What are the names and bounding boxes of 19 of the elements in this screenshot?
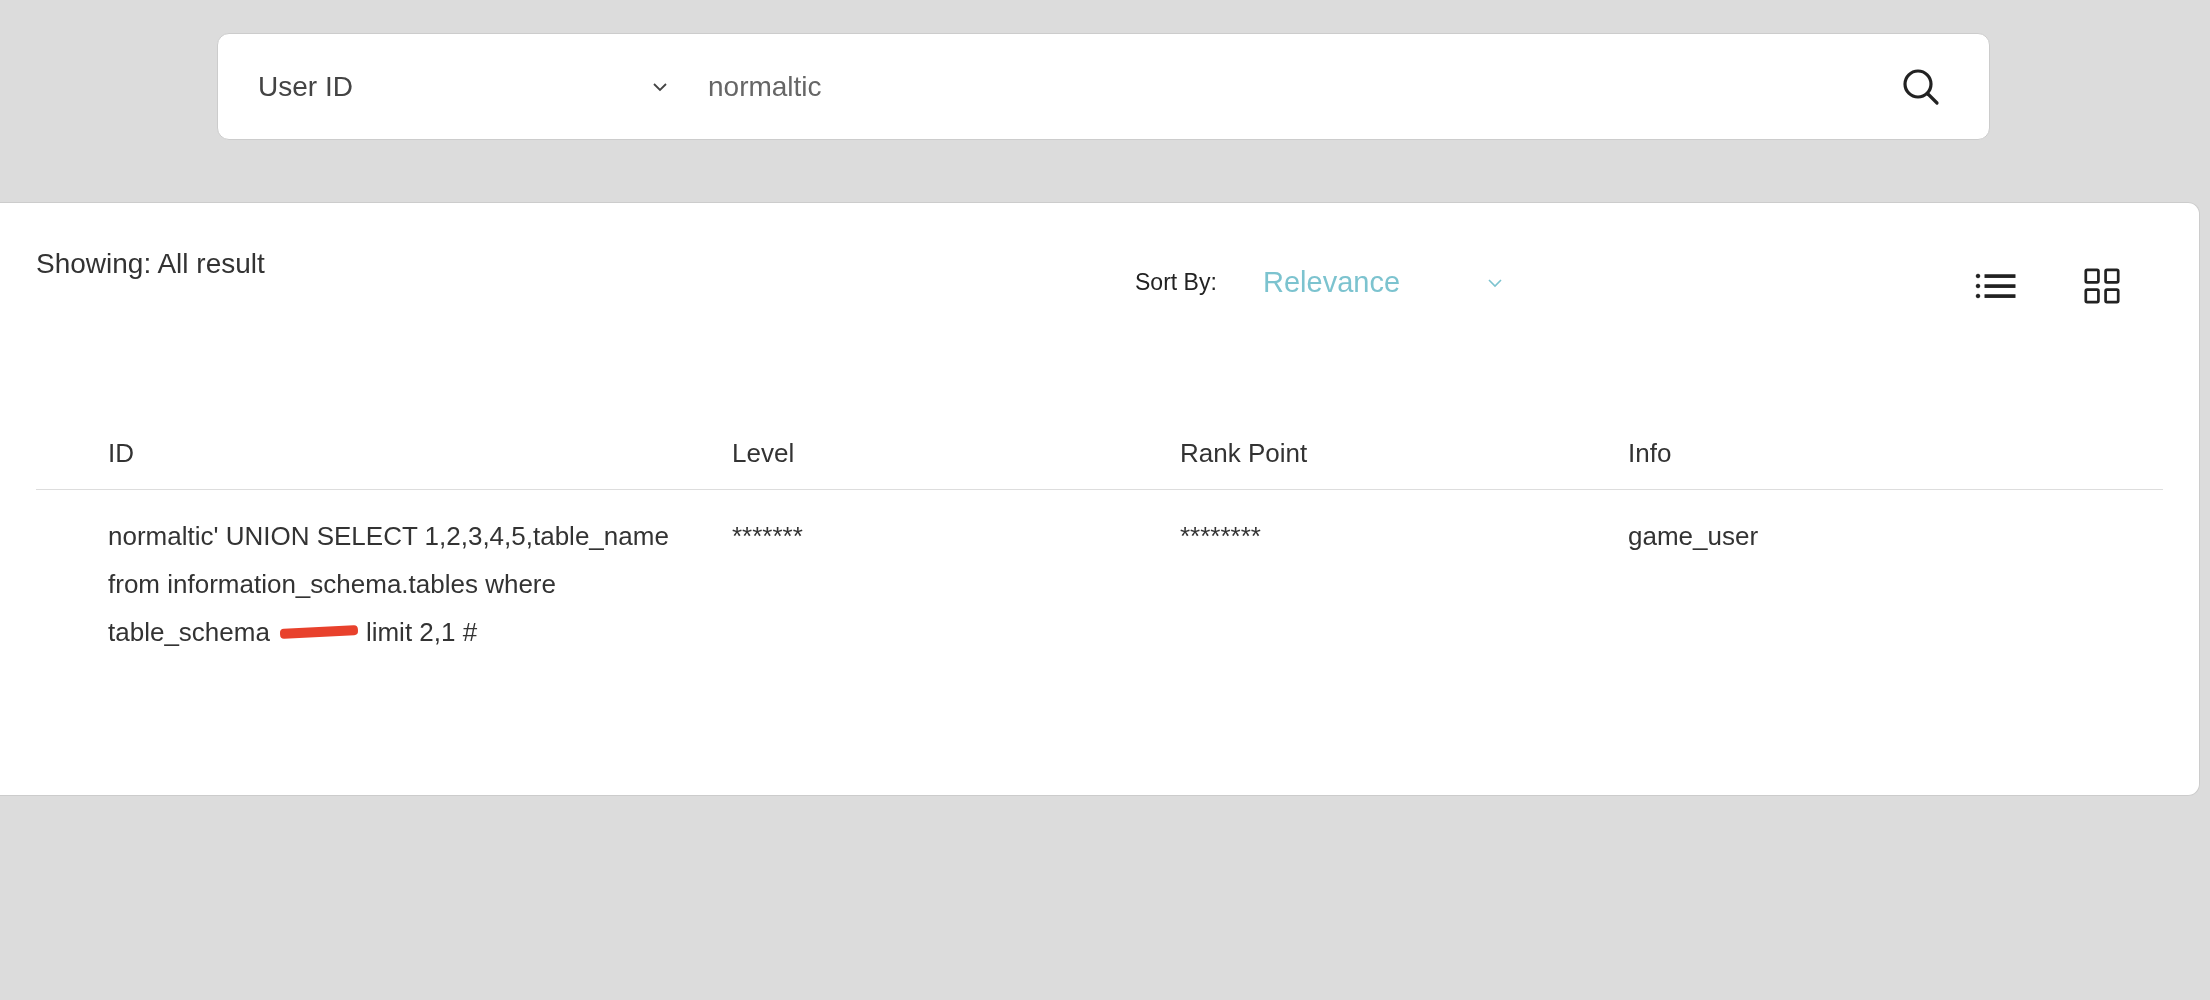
column-header: Info [1628,438,1672,468]
search-icon[interactable] [1901,66,1941,107]
column-header: Level [732,438,795,468]
table-cell-text: limit 2,1 # [365,616,478,649]
sort-label: Sort By: [1135,269,1218,296]
grid-view-icon[interactable] [2081,268,2123,304]
table-cell-text: ******* [732,520,803,553]
table-cell-text: game_user [1628,520,1759,553]
column-header: ID [108,438,134,468]
table-cell-text: from information_schema.tables where [108,568,556,601]
field-dropdown[interactable]: User ID [258,70,668,103]
chevron-down-icon [652,81,668,92]
column-header: Rank Point [1180,438,1308,468]
table-cell-text: ******** [1180,520,1261,553]
results-summary: Showing: All result [36,248,266,280]
chevron-down-icon [1487,277,1503,288]
search-input[interactable]: normaltic [706,69,1901,104]
table-cell-text: normaltic' UNION SELECT 1,2,3,4,5,table_name [108,520,669,553]
table-cell-text: table_schema [108,616,270,649]
